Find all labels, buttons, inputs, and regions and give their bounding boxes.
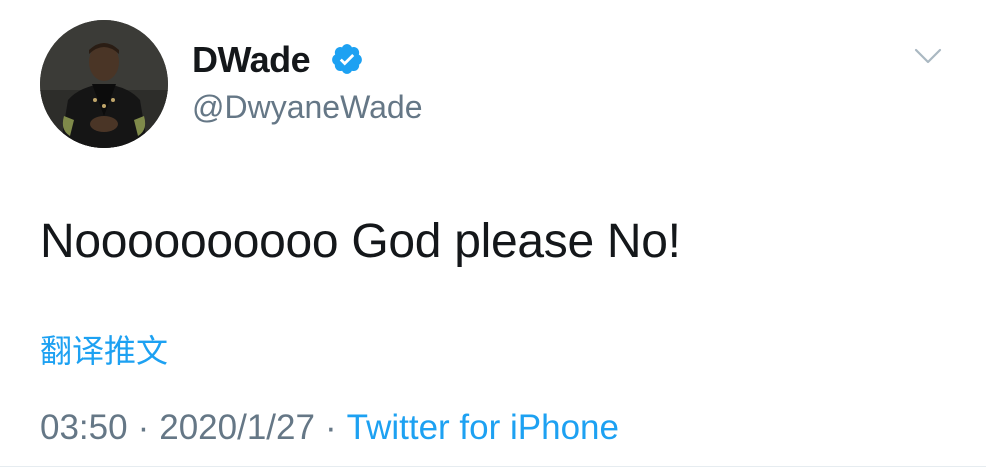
user-handle[interactable]: @DwyaneWade [192, 88, 423, 126]
tweet-time[interactable]: 03:50 [40, 408, 128, 447]
avatar-image [40, 20, 168, 148]
tweet-metadata: 03:50 · 2020/1/27 · Twitter for iPhone [40, 406, 619, 450]
translate-tweet-link[interactable]: 翻译推文 [40, 331, 168, 371]
tweet-card: DWade @DwyaneWade Noooooooooo God please… [0, 0, 986, 467]
tweet-source-link[interactable]: Twitter for iPhone [347, 408, 619, 447]
chevron-down-icon[interactable] [912, 44, 944, 68]
tweet-text: Noooooooooo God please No! [40, 215, 681, 268]
avatar[interactable] [40, 20, 168, 148]
separator-dot: · [137, 408, 150, 447]
verified-badge-icon [330, 42, 364, 76]
tweet-date[interactable]: 2020/1/27 [159, 408, 315, 447]
display-name[interactable]: DWade [192, 40, 311, 80]
separator-dot: · [324, 408, 337, 447]
